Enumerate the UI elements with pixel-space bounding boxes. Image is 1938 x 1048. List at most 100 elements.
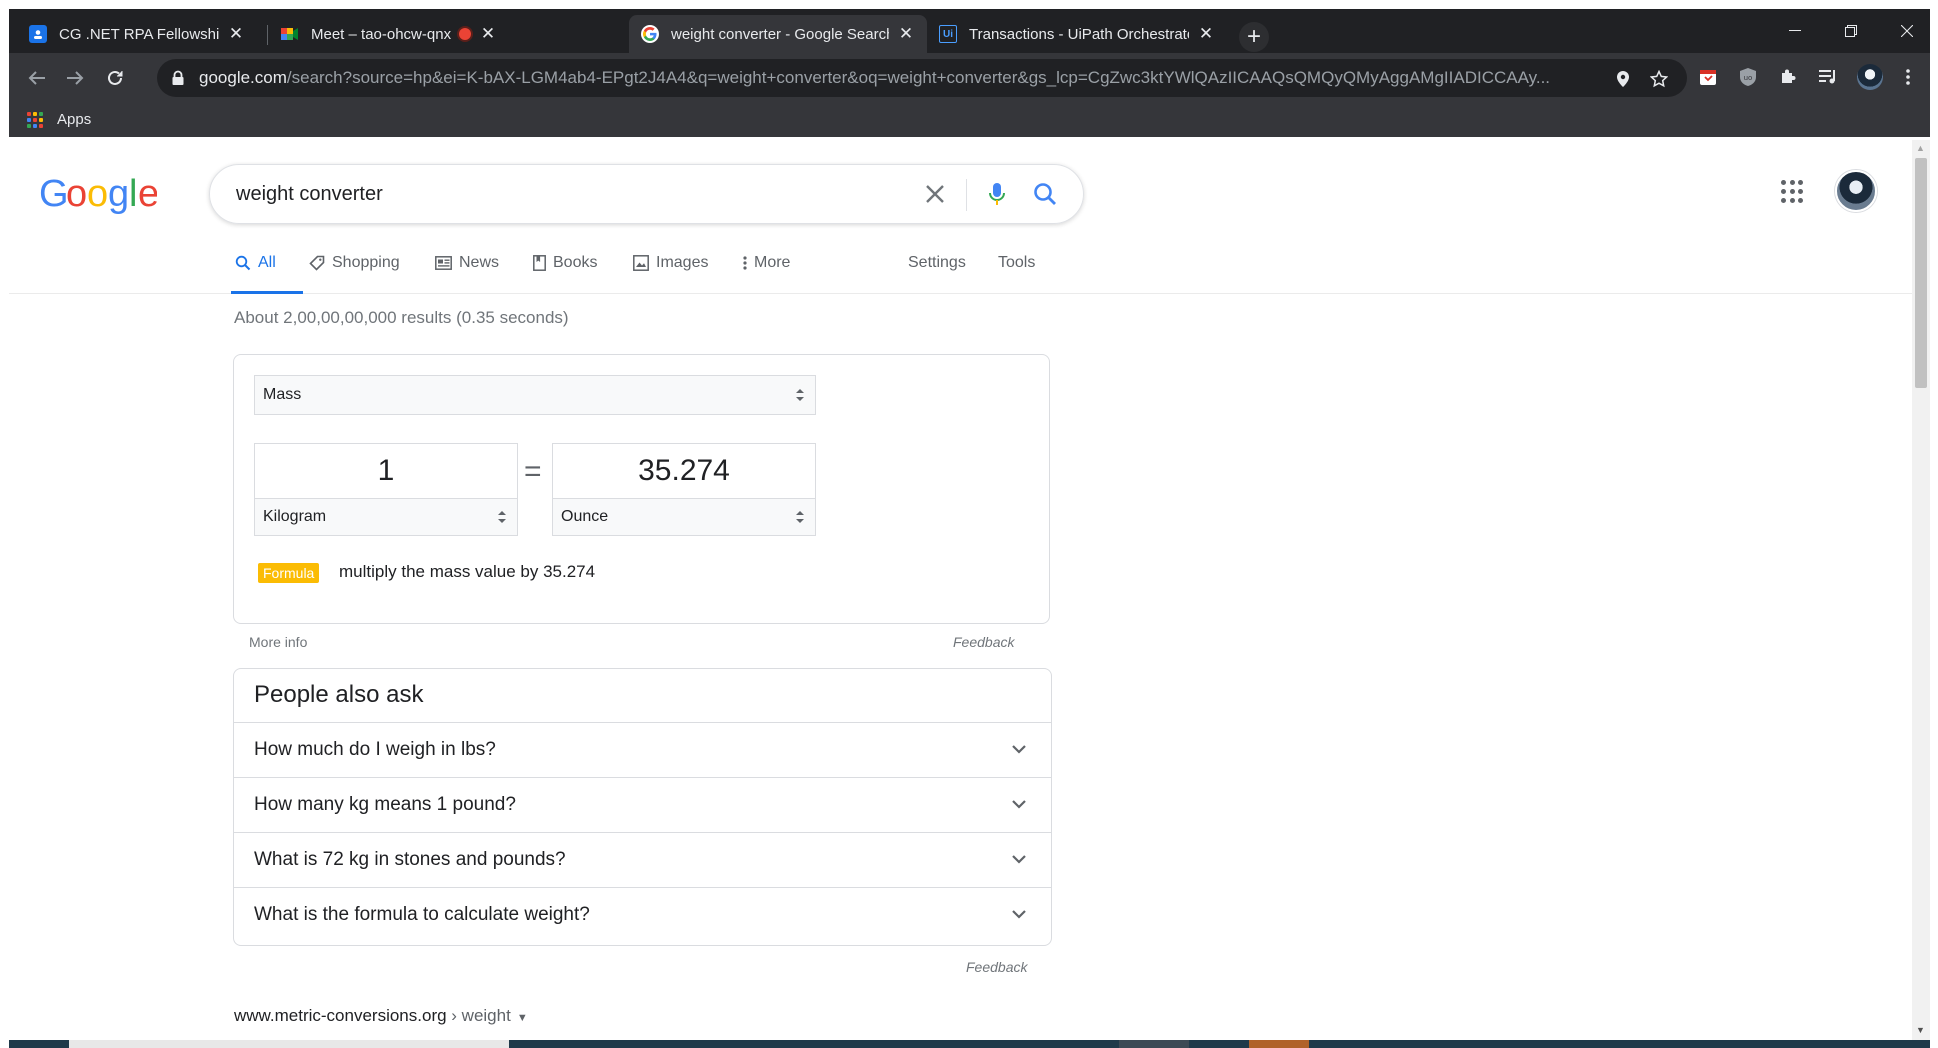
tab-shopping[interactable]: Shopping: [309, 254, 400, 272]
paa-feedback-link[interactable]: Feedback: [966, 959, 1027, 975]
browser-chrome: CG .NET RPA Fellowship-004 004 ✕ Meet – …: [0, 0, 1938, 140]
paa-question[interactable]: What is 72 kg in stones and pounds?: [234, 832, 1051, 887]
svg-text:e: e: [138, 173, 157, 215]
google-apps-icon[interactable]: [1781, 180, 1805, 204]
tab-google-search[interactable]: weight converter - Google Search ✕: [629, 15, 927, 53]
taskbar-item[interactable]: [1119, 1040, 1189, 1048]
scrollbar-thumb[interactable]: [1915, 158, 1927, 388]
svg-text:o: o: [66, 173, 86, 215]
tab-label: Images: [656, 254, 709, 271]
unit-converter-card: Mass 1 Kilogram = 35.274 Ounce Formula m…: [233, 354, 1050, 624]
paa-question[interactable]: How much do I weigh in lbs?: [234, 722, 1051, 777]
chevron-down-icon: [1012, 800, 1026, 809]
bookmark-star-icon[interactable]: [1649, 69, 1669, 89]
new-tab-button[interactable]: +: [1239, 22, 1269, 52]
restore-icon[interactable]: [1823, 9, 1879, 53]
tab-all[interactable]: All: [235, 254, 276, 272]
chevron-down-icon: [1012, 910, 1026, 919]
close-tab-icon[interactable]: ✕: [227, 24, 245, 43]
svg-text:o: o: [87, 173, 107, 215]
taskbar-item[interactable]: [1249, 1040, 1309, 1048]
select-arrows-icon: [498, 511, 506, 523]
formula-badge: Formula: [258, 563, 320, 583]
search-box[interactable]: weight converter: [209, 164, 1084, 224]
converter-feedback-link[interactable]: Feedback: [953, 634, 1014, 650]
tab-divider: [267, 25, 268, 45]
from-value: 1: [377, 454, 395, 487]
select-arrows-icon: [796, 511, 804, 523]
svg-text:G: G: [39, 173, 68, 215]
tab-label: More: [754, 254, 791, 271]
media-playlist-icon[interactable]: [1817, 66, 1839, 88]
scroll-down-icon[interactable]: ▼: [1916, 1025, 1925, 1035]
more-info-link[interactable]: More info: [249, 634, 307, 650]
apps-bookmark[interactable]: Apps: [57, 111, 91, 128]
tab-meet[interactable]: Meet – tao-ohcw-qnx ✕: [269, 15, 509, 53]
apps-grid-icon[interactable]: [27, 112, 43, 128]
scroll-up-icon[interactable]: ▲: [1916, 143, 1925, 153]
microphone-icon[interactable]: [982, 179, 1012, 209]
equals-sign: =: [524, 455, 542, 488]
result-breadcrumb[interactable]: www.metric-conversions.org › weight ▼: [234, 1006, 528, 1026]
result-path: › weight: [446, 1006, 511, 1025]
account-avatar[interactable]: [1835, 170, 1877, 212]
tab-uipath[interactable]: Ui Transactions - UiPath Orchestrator ✕: [927, 15, 1227, 53]
tab-images[interactable]: Images: [633, 254, 708, 272]
from-unit-select[interactable]: Kilogram: [254, 498, 518, 536]
book-icon: [533, 255, 546, 271]
ublock-shield-icon[interactable]: uo: [1737, 66, 1759, 88]
image-icon: [633, 255, 649, 271]
reload-icon[interactable]: [101, 64, 129, 92]
quantity-select[interactable]: Mass: [254, 375, 816, 415]
caret-down-icon[interactable]: ▼: [517, 1012, 528, 1024]
back-icon[interactable]: [23, 64, 51, 92]
active-tab-indicator: [231, 291, 303, 294]
newspaper-icon: [435, 256, 452, 270]
close-tab-icon[interactable]: ✕: [897, 24, 915, 43]
to-unit-select[interactable]: Ounce: [552, 498, 816, 536]
close-tab-icon[interactable]: ✕: [479, 24, 497, 43]
url-host: google.com: [199, 68, 287, 87]
minimize-icon[interactable]: [1767, 9, 1823, 53]
from-value-input[interactable]: 1: [254, 443, 518, 498]
page-scrollbar[interactable]: ▲ ▼: [1912, 140, 1930, 1040]
select-arrows-icon: [796, 389, 804, 401]
tab-label: Books: [553, 254, 598, 271]
paa-question[interactable]: How many kg means 1 pound?: [234, 777, 1051, 832]
to-value-input[interactable]: 35.274: [552, 443, 816, 498]
profile-avatar[interactable]: [1857, 64, 1883, 90]
to-value: 35.274: [638, 454, 730, 487]
browser-toolbar: google.com/search?source=hp&ei=K-bAX-LGM…: [9, 53, 1930, 103]
close-tab-icon[interactable]: ✕: [1197, 24, 1215, 43]
settings-link[interactable]: Settings: [908, 254, 966, 272]
address-bar[interactable]: google.com/search?source=hp&ei=K-bAX-LGM…: [157, 59, 1687, 97]
bookmarks-bar: Apps: [9, 103, 1930, 137]
chrome-menu-icon[interactable]: [1897, 66, 1919, 88]
tab-title: weight converter - Google Search: [671, 25, 889, 43]
chevron-down-icon: [1012, 745, 1026, 754]
paa-question[interactable]: What is the formula to calculate weight?: [234, 887, 1051, 942]
tab-more[interactable]: More: [743, 254, 790, 272]
forward-icon[interactable]: [61, 64, 89, 92]
from-unit: Kilogram: [263, 508, 327, 525]
quantity-value: Mass: [263, 386, 302, 403]
lock-icon: [171, 70, 185, 86]
svg-text:g: g: [108, 173, 128, 215]
paa-question-text: How much do I weigh in lbs?: [254, 739, 496, 760]
taskbar-item[interactable]: [69, 1040, 509, 1048]
tab-classroom[interactable]: CG .NET RPA Fellowship-004 004 ✕: [17, 15, 257, 53]
search-icon[interactable]: [1030, 179, 1060, 209]
tab-news[interactable]: News: [435, 254, 499, 272]
chevron-down-icon: [1012, 855, 1026, 864]
tab-books[interactable]: Books: [533, 254, 597, 272]
taskbar: [9, 1040, 1930, 1048]
calendar-extension-icon[interactable]: [1697, 66, 1719, 88]
extensions-puzzle-icon[interactable]: [1777, 66, 1799, 88]
tools-link[interactable]: Tools: [998, 254, 1035, 272]
location-pin-icon[interactable]: [1613, 69, 1633, 89]
search-input[interactable]: weight converter: [236, 183, 383, 206]
google-logo[interactable]: G o o g l e: [39, 172, 159, 226]
clear-search-icon[interactable]: [920, 179, 950, 209]
close-window-icon[interactable]: [1879, 9, 1935, 53]
result-stats: About 2,00,00,00,000 results (0.35 secon…: [234, 308, 569, 327]
